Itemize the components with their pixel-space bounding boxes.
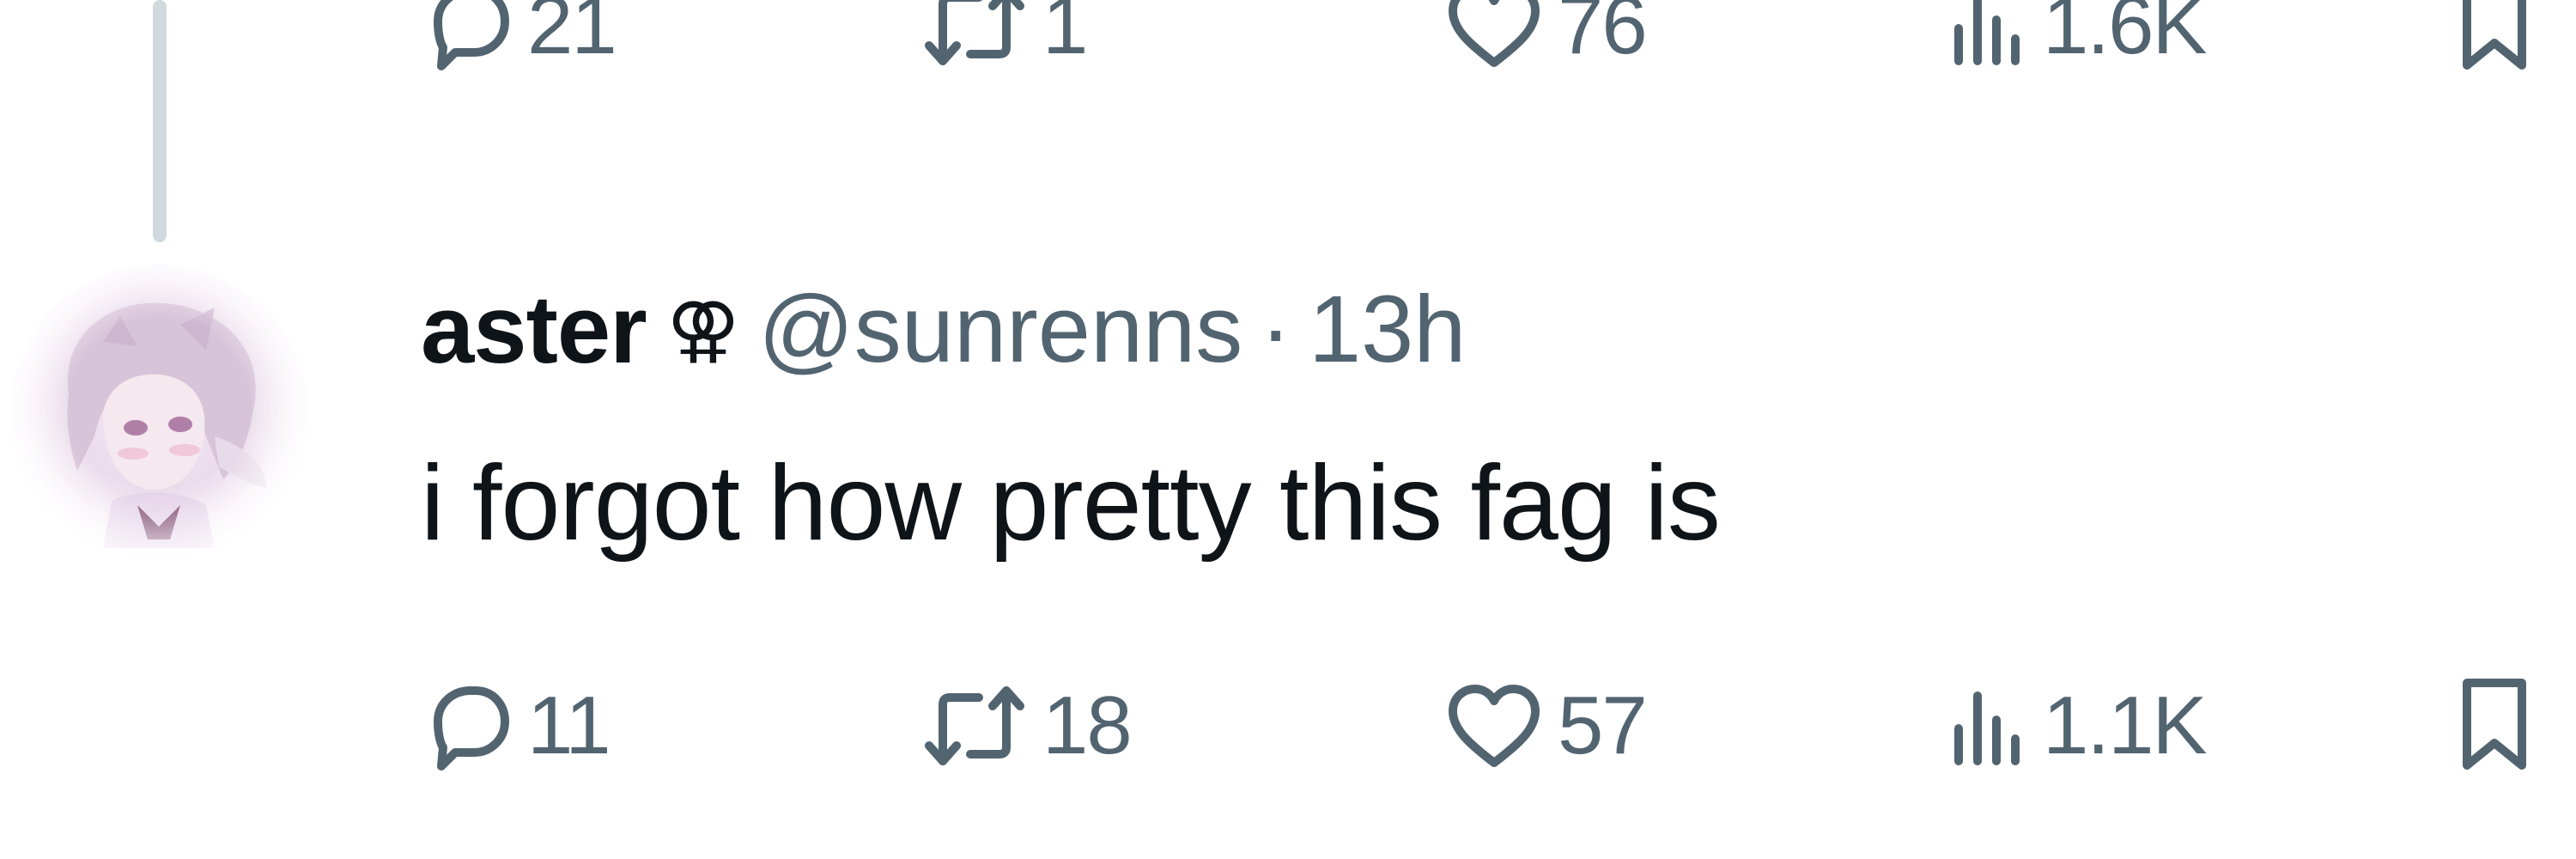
tweet-action-bar: 11 18 57 1.1K	[421, 666, 2542, 786]
tweet-thread: 21 1 76 1.6K aster ⚢ @sunrenns · 13h i f…	[0, 0, 2576, 859]
like-button[interactable]: 76	[1443, 0, 1648, 86]
retweet-icon	[925, 0, 1024, 65]
heart-icon	[1449, 0, 1540, 67]
avatar-illustration	[9, 265, 309, 565]
retweet-count: 1	[1042, 0, 1088, 71]
reply-count: 11	[527, 679, 611, 771]
avatar[interactable]	[9, 265, 309, 565]
bar-chart-icon	[1954, 0, 2020, 65]
speech-bubble-icon	[434, 686, 509, 771]
bookmark-button[interactable]	[2451, 666, 2537, 786]
reply-count: 21	[527, 0, 617, 71]
previous-tweet-action-bar: 21 1 76 1.6K	[421, 0, 2542, 86]
reply-button[interactable]: 21	[421, 0, 617, 86]
views-button[interactable]: 1.1K	[1945, 666, 2207, 786]
views-count: 1.6K	[2043, 0, 2207, 71]
user-handle[interactable]: @sunrenns	[758, 275, 1242, 384]
reply-button[interactable]: 11	[421, 666, 611, 786]
tweet-text: i forgot how pretty this fag is	[421, 444, 1721, 563]
thread-connector-line	[153, 0, 167, 242]
bookmark-icon	[2463, 679, 2526, 770]
like-count: 76	[1558, 0, 1648, 71]
bookmark-button[interactable]	[2451, 0, 2537, 86]
like-count: 57	[1558, 679, 1648, 771]
speech-bubble-icon	[434, 0, 509, 70]
display-name[interactable]: aster	[421, 274, 647, 385]
views-count: 1.1K	[2043, 679, 2207, 771]
retweet-button[interactable]: 1	[919, 0, 1088, 86]
timestamp[interactable]: 13h	[1309, 275, 1467, 384]
name-symbol: ⚢	[666, 287, 740, 371]
retweet-count: 18	[1042, 679, 1133, 771]
views-button[interactable]: 1.6K	[1945, 0, 2207, 86]
bar-chart-icon	[1954, 691, 2020, 765]
retweet-icon	[925, 686, 1024, 765]
retweet-button[interactable]: 18	[919, 666, 1133, 786]
separator-dot: ·	[1260, 276, 1291, 382]
tweet-header: aster ⚢ @sunrenns · 13h	[421, 273, 1466, 385]
like-button[interactable]: 57	[1443, 666, 1648, 786]
bookmark-icon	[2463, 0, 2526, 70]
heart-icon	[1449, 685, 1540, 767]
